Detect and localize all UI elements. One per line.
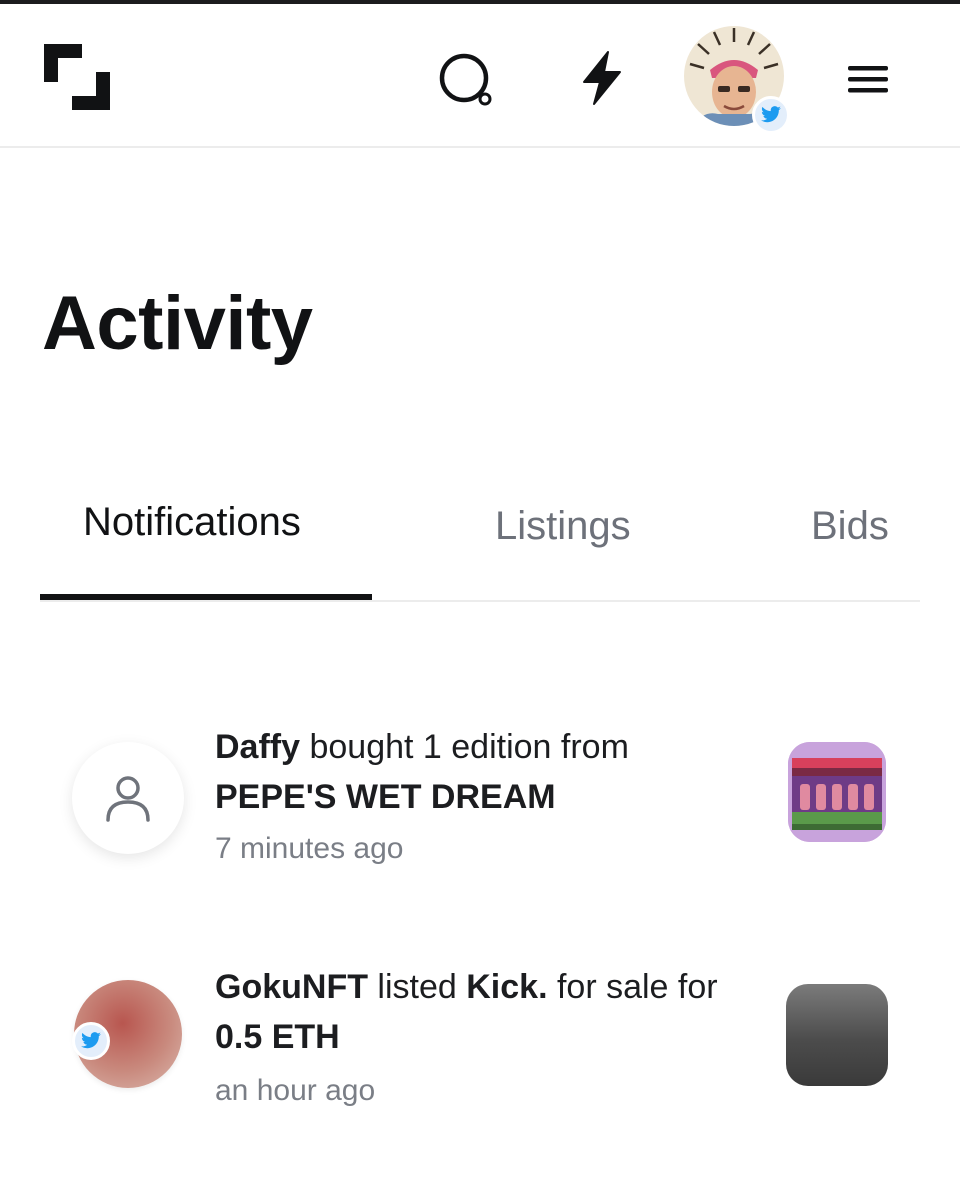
tab-bids[interactable]: Bids (811, 504, 889, 549)
nft-thumbnail[interactable] (788, 742, 886, 842)
notification-text: GokuNFT listed Kick. for sale for 0.5 ET… (215, 962, 735, 1062)
top-nav-bar (0, 4, 960, 148)
collection-name[interactable]: PEPE'S WET DREAM (215, 778, 556, 816)
notification-action: bought 1 edition from (300, 728, 629, 766)
nft-thumbnail[interactable] (786, 984, 888, 1086)
twitter-icon (72, 1022, 110, 1060)
active-tab-indicator (40, 594, 372, 600)
tab-notifications[interactable]: Notifications (83, 500, 301, 545)
notification-action: listed (367, 968, 467, 1006)
timestamp: 7 minutes ago (215, 832, 404, 865)
listing-price: 0.5 ETH (215, 1018, 340, 1056)
hamburger-menu-icon[interactable] (846, 62, 890, 96)
notification-text: Daffy bought 1 edition from PEPE'S WET D… (215, 722, 735, 822)
foundation-logo-icon[interactable] (40, 40, 114, 114)
actor-name[interactable]: GokuNFT (215, 968, 368, 1006)
activity-tabs: Notifications Listings Bids (40, 490, 920, 602)
tab-listings[interactable]: Listings (495, 504, 631, 549)
search-icon[interactable] (436, 48, 498, 110)
notification-action-2: for sale for (547, 968, 718, 1006)
list-item[interactable]: Daffy bought 1 edition from PEPE'S WET D… (0, 712, 960, 892)
profile-avatar-button[interactable] (684, 26, 794, 136)
page-title: Activity (42, 281, 313, 366)
lightning-bolt-icon[interactable] (574, 48, 630, 108)
artwork-name[interactable]: Kick. (466, 968, 547, 1006)
list-item[interactable]: GokuNFT listed Kick. for sale for 0.5 ET… (0, 952, 960, 1132)
twitter-icon (752, 96, 790, 134)
user-placeholder-icon[interactable] (72, 742, 184, 854)
timestamp: an hour ago (215, 1074, 376, 1107)
actor-name[interactable]: Daffy (215, 728, 300, 766)
